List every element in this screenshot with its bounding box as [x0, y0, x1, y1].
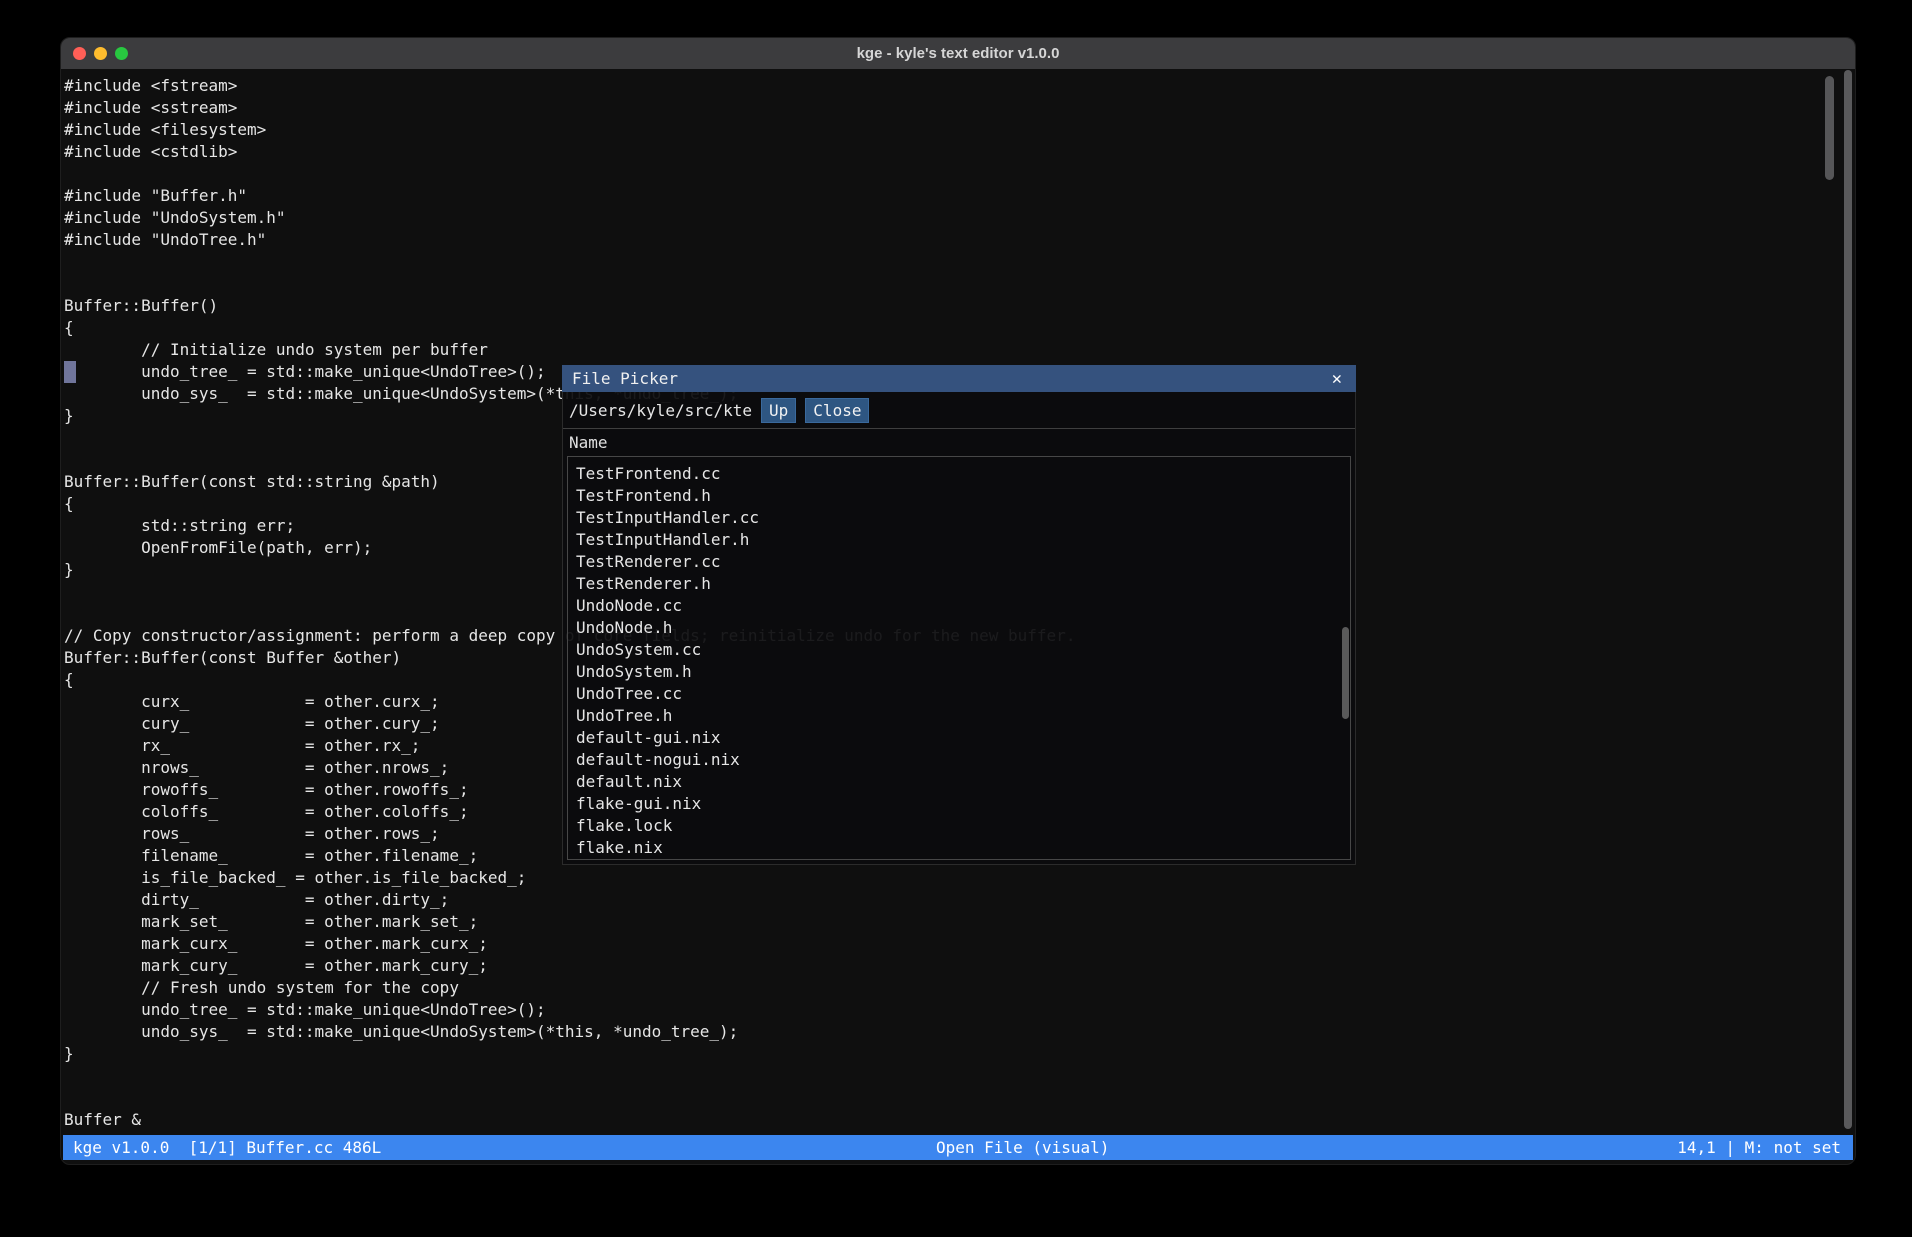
list-item[interactable]: TestFrontend.h: [568, 485, 1350, 507]
list-item[interactable]: default.nix: [568, 771, 1350, 793]
window-titlebar: kge - kyle's text editor v1.0.0: [61, 38, 1855, 69]
app-window: kge - kyle's text editor v1.0.0 #include…: [60, 37, 1856, 1165]
list-item[interactable]: TestInputHandler.h: [568, 529, 1350, 551]
list-item[interactable]: TestInputHandler.cc: [568, 507, 1350, 529]
file-picker-titlebar: File Picker ✕: [562, 365, 1356, 392]
window-title: kge - kyle's text editor v1.0.0: [857, 45, 1060, 62]
text-cursor: [64, 361, 76, 383]
list-item[interactable]: UndoTree.h: [568, 705, 1350, 727]
list-item[interactable]: default-nogui.nix: [568, 749, 1350, 771]
editor-scrollbar-thumb[interactable]: [1825, 76, 1834, 180]
traffic-light-zoom-button[interactable]: [115, 47, 128, 60]
list-item[interactable]: UndoSystem.cc: [568, 639, 1350, 661]
file-list-scrollbar-thumb[interactable]: [1342, 627, 1349, 719]
close-button[interactable]: Close: [805, 398, 869, 423]
file-picker-dialog: File Picker ✕ /Users/kyle/src/kte Up Clo…: [562, 365, 1356, 865]
list-item[interactable]: UndoNode.h: [568, 617, 1350, 639]
traffic-lights: [73, 47, 128, 60]
list-item[interactable]: UndoSystem.h: [568, 661, 1350, 683]
list-item[interactable]: TestRenderer.h: [568, 573, 1350, 595]
list-item[interactable]: flake.lock: [568, 815, 1350, 837]
list-item[interactable]: UndoNode.cc: [568, 595, 1350, 617]
list-item[interactable]: default-gui.nix: [568, 727, 1350, 749]
status-bar: kge v1.0.0 [1/1] Buffer.cc 486L Open Fil…: [63, 1135, 1853, 1160]
status-cursor-position: 14,1 | M: not set: [1677, 1135, 1841, 1160]
file-picker-path-row: /Users/kyle/src/kte Up Close: [563, 392, 1355, 428]
list-item[interactable]: UndoTree.cc: [568, 683, 1350, 705]
list-item[interactable]: TestFrontend.cc: [568, 463, 1350, 485]
column-header-name: Name: [569, 432, 608, 454]
traffic-light-close-button[interactable]: [73, 47, 86, 60]
list-item[interactable]: TestRenderer.cc: [568, 551, 1350, 573]
status-file-info: kge v1.0.0 [1/1] Buffer.cc 486L: [73, 1135, 381, 1160]
list-item[interactable]: flake-gui.nix: [568, 793, 1350, 815]
up-button[interactable]: Up: [761, 398, 796, 423]
status-mode: Open File (visual): [936, 1135, 1109, 1160]
editor-scrollbar-track[interactable]: [1844, 70, 1852, 1129]
divider: [563, 428, 1355, 429]
file-list: TestFrontend.ccTestFrontend.hTestInputHa…: [567, 456, 1351, 860]
traffic-light-minimize-button[interactable]: [94, 47, 107, 60]
current-path: /Users/kyle/src/kte: [569, 401, 752, 420]
file-picker-title: File Picker: [572, 369, 1328, 388]
list-item[interactable]: flake.nix: [568, 837, 1350, 859]
close-icon[interactable]: ✕: [1328, 369, 1346, 389]
